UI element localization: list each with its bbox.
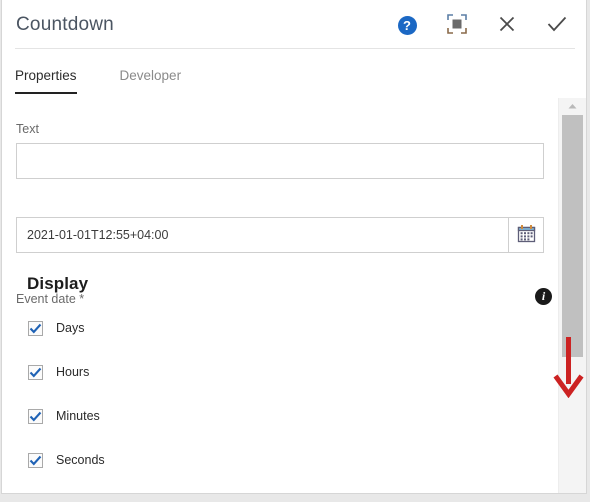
check-icon (546, 14, 568, 37)
header-divider (15, 48, 575, 49)
page-title: Countdown (16, 14, 114, 35)
checkbox-label-days: Days (56, 321, 85, 335)
checkbox-label-minutes: Minutes (56, 409, 100, 423)
checkmark-icon (29, 367, 42, 378)
checkmark-icon (29, 411, 42, 422)
event-date-row (16, 217, 544, 253)
checkmark-icon (29, 455, 42, 466)
checkbox-label-seconds: Seconds (56, 453, 105, 467)
tab-developer[interactable]: Developer (120, 62, 182, 94)
vertical-scroll-thumb[interactable] (562, 115, 583, 357)
checkbox-row-hours[interactable]: Hours (28, 362, 89, 382)
checkmark-icon (29, 323, 42, 334)
checkbox-row-minutes[interactable]: Minutes (28, 406, 100, 426)
info-icon[interactable]: i (535, 288, 552, 305)
checkbox-seconds[interactable] (28, 452, 43, 468)
checkbox-label-hours: Hours (56, 365, 90, 379)
fullscreen-button[interactable] (442, 10, 472, 40)
checkbox-row-days[interactable]: Days (28, 318, 84, 338)
tab-bar: Properties Developer (15, 62, 224, 94)
checkbox-minutes[interactable] (28, 408, 43, 424)
header-action-group: ? (392, 10, 572, 40)
close-icon (497, 14, 517, 37)
display-section-title: Display (27, 274, 89, 293)
close-button[interactable] (492, 10, 522, 40)
chevron-up-icon (567, 97, 578, 115)
scroll-up-button[interactable] (559, 98, 586, 114)
checkbox-days[interactable] (28, 320, 43, 336)
fullscreen-icon (447, 13, 467, 37)
event-date-input[interactable] (16, 217, 508, 253)
form-body: Text Event date * i 2021-01-01T12:55+04:… (2, 98, 558, 493)
checkbox-row-seconds[interactable]: Seconds (28, 450, 105, 470)
text-input[interactable] (16, 143, 544, 179)
date-picker-button[interactable] (508, 217, 544, 253)
event-date-label: Event date * (16, 292, 85, 306)
countdown-dialog: Countdown ? Properties Developer Text Ev… (1, 0, 587, 494)
tab-properties[interactable]: Properties (15, 62, 77, 94)
help-button[interactable]: ? (392, 10, 422, 40)
dialog-header: Countdown ? (2, 0, 586, 49)
help-icon: ? (397, 15, 417, 35)
text-field-label: Text (16, 122, 39, 136)
confirm-button[interactable] (542, 10, 572, 40)
checkbox-hours[interactable] (28, 364, 43, 380)
calendar-icon (517, 224, 536, 246)
vertical-scrollbar[interactable] (558, 98, 586, 493)
